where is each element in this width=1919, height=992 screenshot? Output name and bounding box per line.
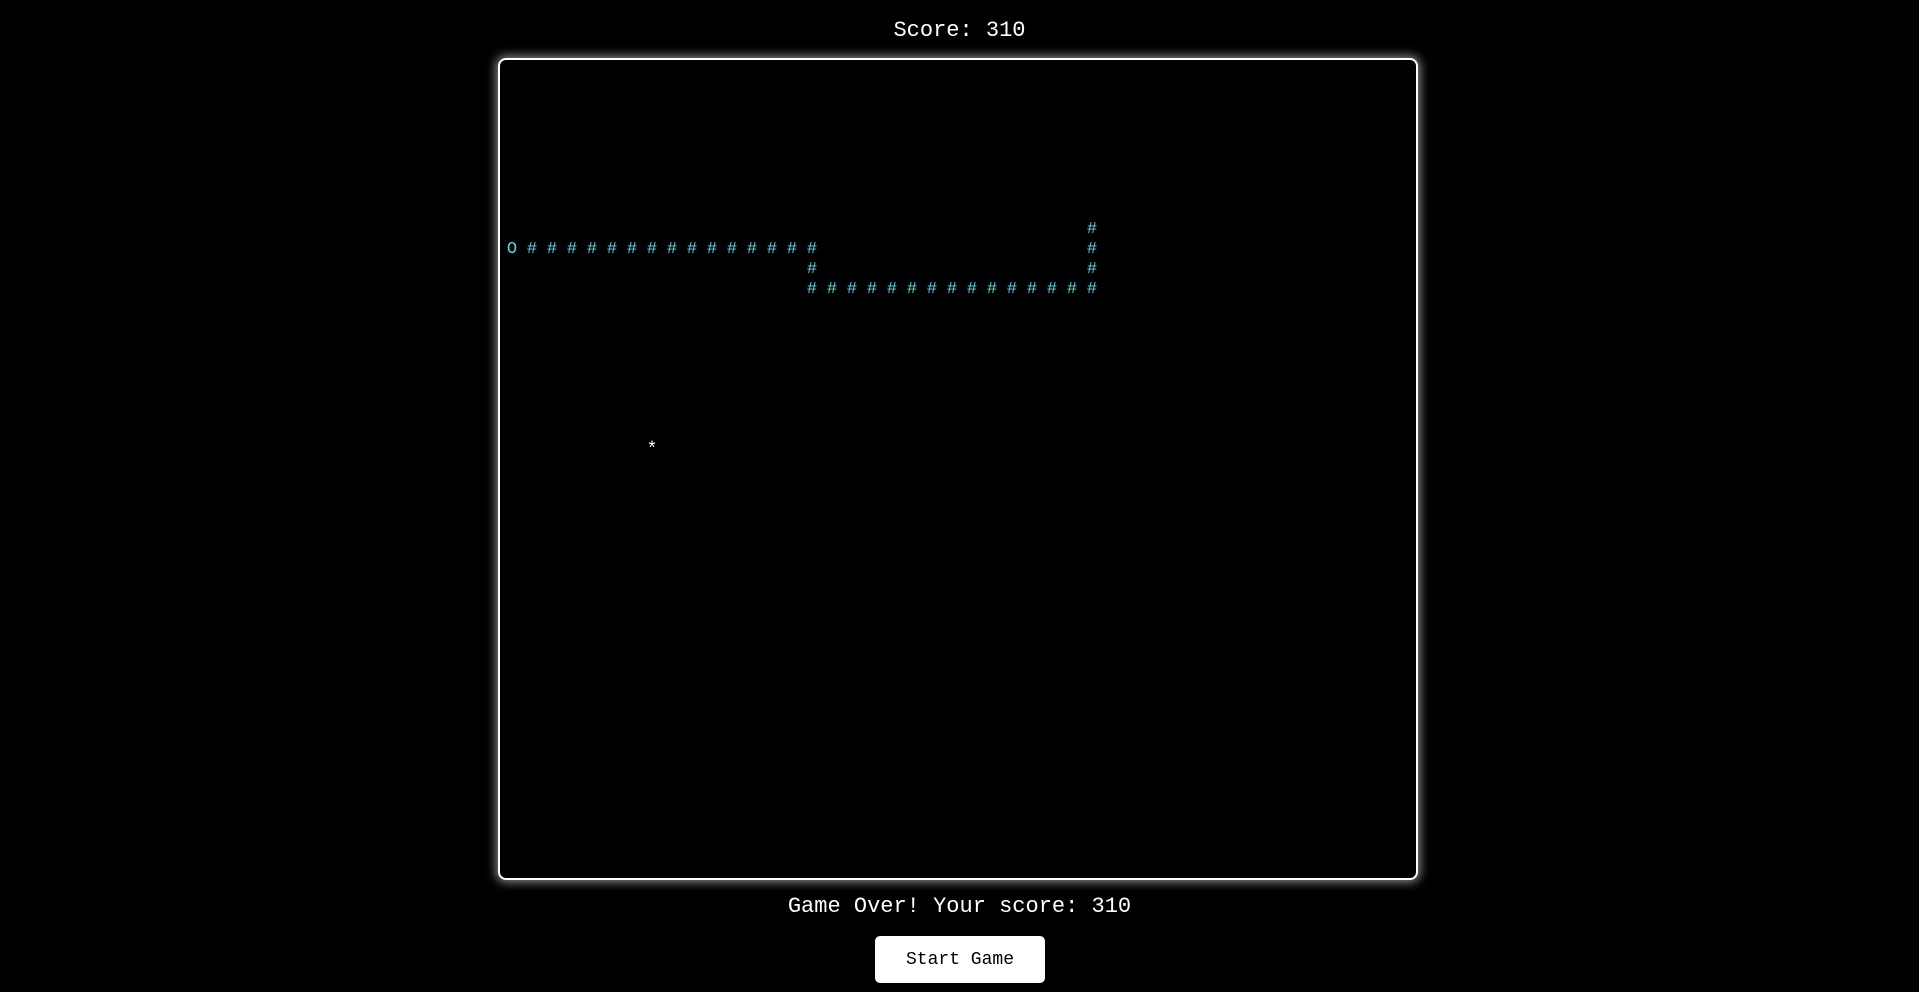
snake-segment: #	[806, 260, 818, 279]
snake-segment: #	[1086, 240, 1098, 259]
snake-segment: #	[1026, 280, 1038, 299]
snake-segment: #	[1046, 280, 1058, 299]
snake-head: O	[506, 240, 518, 259]
snake-segment: #	[566, 240, 578, 259]
snake-segment: #	[586, 240, 598, 259]
snake-segment: #	[646, 240, 658, 259]
snake-segment: #	[826, 280, 838, 299]
snake-segment: #	[526, 240, 538, 259]
snake-segment: #	[686, 240, 698, 259]
snake-segment: #	[606, 240, 618, 259]
snake-segment: #	[746, 240, 758, 259]
snake-segment: #	[766, 240, 778, 259]
snake-segment: #	[1086, 220, 1098, 239]
snake-segment: #	[1086, 280, 1098, 299]
snake-segment: #	[886, 280, 898, 299]
snake-segment: #	[1086, 260, 1098, 279]
snake-segment: #	[546, 240, 558, 259]
game-over-message: Game Over! Your score: 310	[787, 894, 1132, 919]
snake-segment: #	[986, 280, 998, 299]
snake-segment: #	[1006, 280, 1018, 299]
start-game-button[interactable]: Start Game	[875, 936, 1045, 983]
game-board: O # # # # # # # # # # # # # # # # # # # # # # # # # # # # # # # # # # *	[498, 58, 1418, 880]
snake-segment: #	[726, 240, 738, 259]
snake-segment: #	[806, 280, 818, 299]
snake-segment: #	[906, 280, 918, 299]
snake-segment: #	[966, 280, 978, 299]
snake-segment: #	[846, 280, 858, 299]
snake-segment: #	[666, 240, 678, 259]
snake-segment: #	[1066, 280, 1078, 299]
snake-segment: #	[946, 280, 958, 299]
score-display: Score: 310	[893, 18, 1026, 43]
snake-segment: #	[866, 280, 878, 299]
food-item: *	[646, 440, 658, 460]
snake-segment: #	[806, 240, 818, 259]
snake-segment: #	[626, 240, 638, 259]
snake-segment: #	[706, 240, 718, 259]
snake-segment: #	[786, 240, 798, 259]
snake-segment: #	[926, 280, 938, 299]
